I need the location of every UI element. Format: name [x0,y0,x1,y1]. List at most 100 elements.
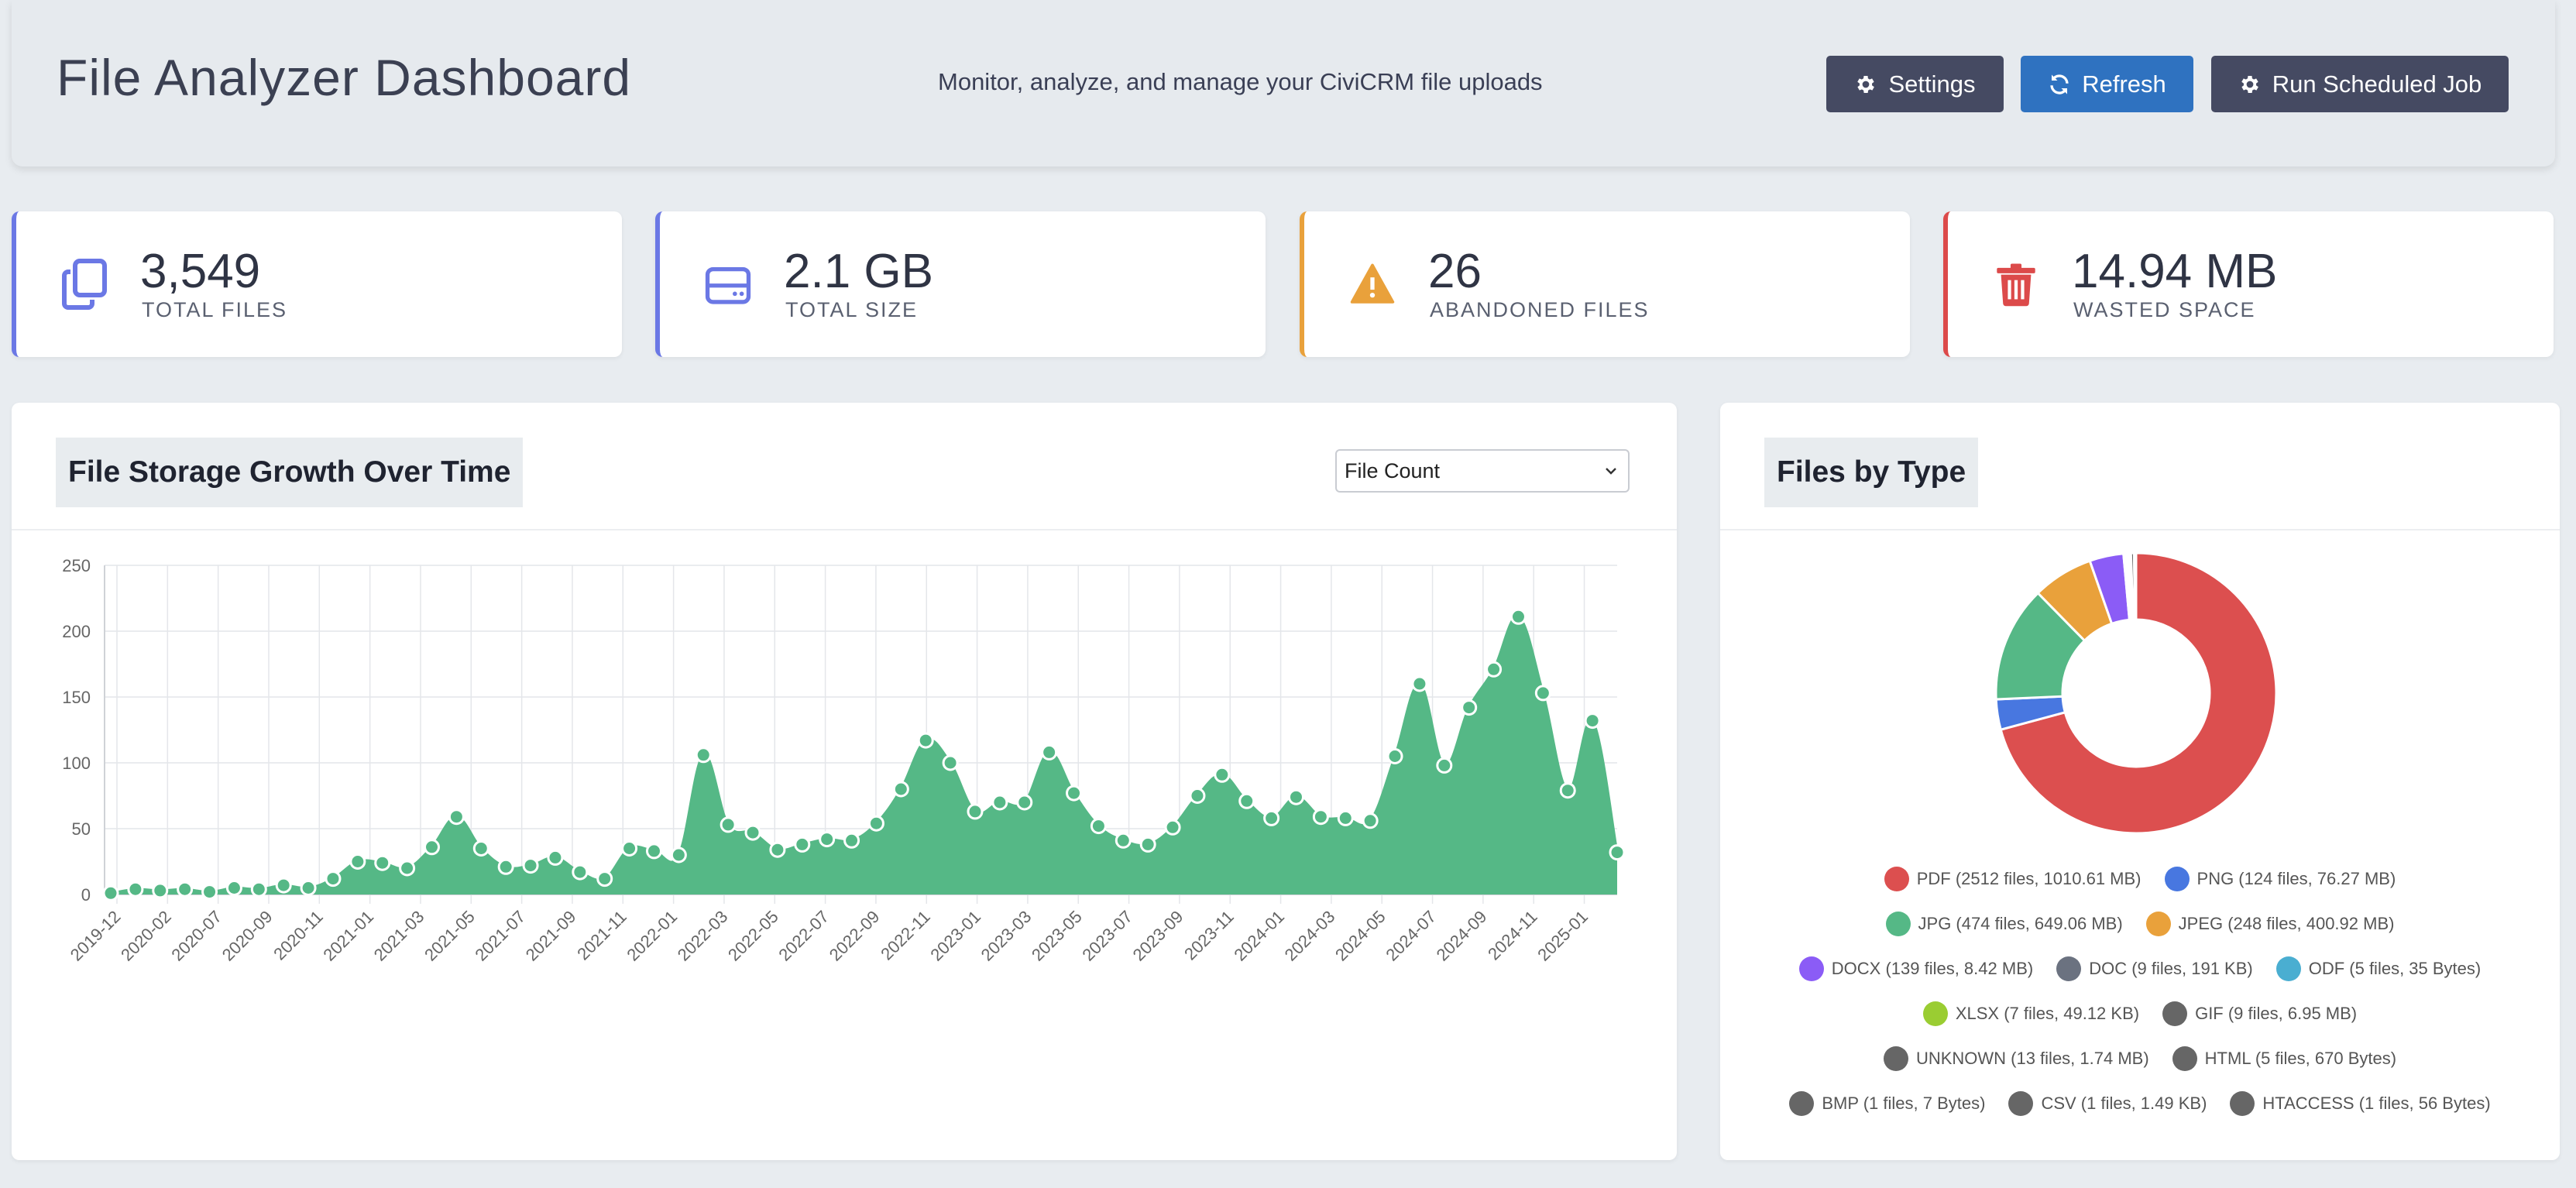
data-point[interactable] [547,849,564,866]
data-point[interactable] [942,754,959,771]
data-point[interactable] [1609,844,1626,861]
data-point[interactable] [1189,788,1206,804]
data-point[interactable] [819,831,836,848]
data-point[interactable] [1411,675,1428,692]
x-tick-label: 2021-05 [421,907,479,965]
data-point[interactable] [645,843,662,860]
legend-item-pdf[interactable]: PDF (2512 files, 1010.61 MB) [1884,867,2142,891]
data-point[interactable] [670,846,687,864]
data-point[interactable] [127,881,144,898]
legend-swatch [2162,1001,2188,1026]
legend-item-html[interactable]: HTML (5 files, 670 Bytes) [2172,1046,2396,1071]
data-point[interactable] [1534,685,1551,702]
legend-item-jpeg[interactable]: JPEG (248 files, 400.92 MB) [2145,912,2394,936]
data-point[interactable] [1287,788,1304,805]
data-point[interactable] [596,870,613,888]
legend-item-doc[interactable]: DOC (9 files, 191 KB) [2056,956,2253,981]
data-point[interactable] [843,832,860,849]
gear-icon [2241,75,2258,93]
data-point[interactable] [275,877,292,894]
data-point[interactable] [1139,836,1156,853]
data-point[interactable] [250,881,267,898]
data-point[interactable] [1090,818,1107,835]
data-point[interactable] [522,857,539,874]
legend-item-unknown[interactable]: UNKNOWN (13 files, 1.74 MB) [1883,1046,2149,1071]
legend-item-jpg[interactable]: JPG (474 files, 649.06 MB) [1885,912,2123,936]
run-scheduled-job-button[interactable]: Run Scheduled Job [2211,56,2509,112]
data-point[interactable] [1312,809,1329,826]
data-point[interactable] [424,839,441,856]
data-point[interactable] [325,870,342,888]
data-point[interactable] [1115,832,1132,849]
legend-swatch [2172,1046,2197,1071]
legend-item-docx[interactable]: DOCX (139 files, 8.42 MB) [1798,956,2033,981]
data-point[interactable] [1066,785,1083,802]
data-point[interactable] [1263,809,1280,826]
data-point[interactable] [695,747,712,764]
data-point[interactable] [1559,782,1576,799]
data-point[interactable] [1041,743,1058,761]
data-point[interactable] [472,840,489,857]
refresh-button[interactable]: Refresh [2021,56,2193,112]
data-point[interactable] [1510,608,1527,625]
legend-item-htaccess[interactable]: HTACCESS (1 files, 56 Bytes) [2230,1091,2491,1116]
data-point[interactable] [448,809,465,826]
legend-label: JPG (474 files, 649.06 MB) [1918,914,2123,933]
data-point[interactable] [991,794,1008,811]
data-point[interactable] [1016,794,1033,811]
stat-card-total-files: 3,549 TOTAL FILES [12,211,622,357]
data-point[interactable] [497,858,514,875]
legend-item-csv[interactable]: CSV (1 files, 1.49 KB) [2008,1091,2207,1116]
growth-area-chart: 0501001502002502019-122020-022020-072020… [62,556,1626,965]
stat-label: TOTAL SIZE [785,298,919,321]
x-tick-label: 2022-11 [877,907,934,964]
legend-swatch [2275,956,2301,981]
data-point[interactable] [1436,757,1453,774]
data-point[interactable] [1485,661,1503,678]
data-point[interactable] [1214,766,1231,783]
data-point[interactable] [1461,699,1478,716]
data-point[interactable] [152,882,169,899]
data-point[interactable] [177,881,194,898]
data-point[interactable] [967,803,984,820]
data-point[interactable] [917,732,934,749]
data-point[interactable] [1386,748,1403,764]
data-point[interactable] [201,884,218,901]
x-tick-label: 2024-11 [1484,907,1541,964]
legend-item-odf[interactable]: ODF (5 files, 35 Bytes) [2275,956,2481,981]
legend-label: DOC (9 files, 191 KB) [2089,959,2253,978]
data-point[interactable] [102,884,119,901]
data-point[interactable] [744,824,761,841]
data-point[interactable] [1362,812,1379,829]
data-point[interactable] [399,860,416,877]
settings-button[interactable]: Settings [1826,56,2004,112]
data-point[interactable] [572,864,589,881]
legend-item-gif[interactable]: GIF (9 files, 6.95 MB) [2162,1001,2357,1026]
data-point[interactable] [867,815,884,832]
legend-item-xlsx[interactable]: XLSX (7 files, 49.12 KB) [1922,1001,2139,1026]
data-point[interactable] [621,840,638,857]
data-point[interactable] [892,781,909,798]
data-point[interactable] [720,816,737,833]
data-point[interactable] [225,880,242,896]
legend-item-png[interactable]: PNG (124 files, 76.27 MB) [2164,867,2396,891]
stat-value: 2.1 GB [784,245,933,298]
x-tick-label: 2023-11 [1180,907,1238,964]
data-point[interactable] [374,854,391,871]
x-tick-label: 2022-09 [826,907,884,965]
data-point[interactable] [1584,712,1601,730]
data-point[interactable] [1164,819,1181,836]
data-point[interactable] [349,853,366,870]
data-point[interactable] [769,841,786,858]
data-point[interactable] [1238,792,1255,809]
page-title: File Analyzer Dashboard [57,49,632,106]
hard-drive-icon [705,266,751,304]
data-point[interactable] [300,880,317,896]
legend-item-bmp[interactable]: BMP (1 files, 7 Bytes) [1789,1091,1985,1116]
refresh-icon [2050,74,2069,94]
x-tick-label: 2022-07 [775,907,833,965]
data-point[interactable] [1337,809,1354,826]
data-point[interactable] [794,836,811,853]
stat-label: TOTAL FILES [142,298,288,321]
x-tick-label: 2023-03 [977,907,1036,965]
